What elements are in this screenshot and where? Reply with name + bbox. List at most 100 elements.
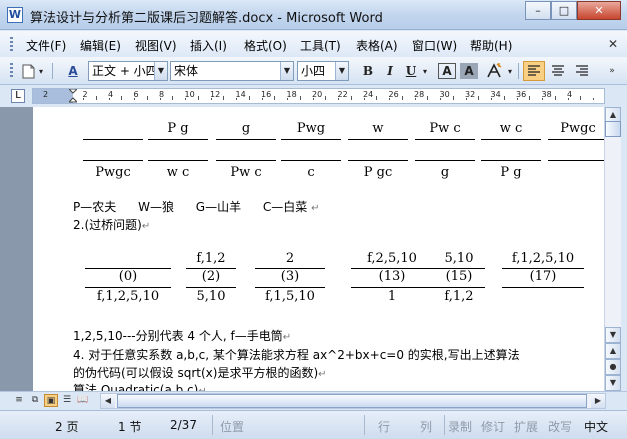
highlight-dropdown-icon[interactable]: ▾ <box>505 61 515 81</box>
status-record[interactable]: 录制 <box>448 418 472 435</box>
outline-view-icon[interactable]: ☰ <box>60 394 74 407</box>
menu-grip-icon[interactable] <box>10 37 13 51</box>
ruler-tick <box>401 96 403 100</box>
print-layout-icon[interactable]: ▣ <box>44 394 58 407</box>
legend-farmer: P—农夫 <box>73 200 117 214</box>
new-document-dropdown-icon[interactable]: ▾ <box>37 61 45 81</box>
status-revise[interactable]: 修订 <box>481 418 505 435</box>
status-line: 行 <box>378 420 391 434</box>
bridge-fraction-bar <box>255 287 325 288</box>
bridge-state-bottom: f,1,2 <box>444 289 474 304</box>
toolbar-separator <box>518 63 519 79</box>
document-area[interactable]: P g g Pwg w Pw cw c Pwgc Pwgc w c Pw ccP gc g P g … <box>0 107 604 391</box>
character-border-button[interactable]: A <box>438 63 456 79</box>
maximize-button[interactable]: □ <box>551 1 577 20</box>
question-4-text-1: 4. 对于任意实系数 a,b,c, 某个算法能求方程 ax^2+bx+c=0 的… <box>73 348 520 362</box>
indent-marker-icon[interactable] <box>67 89 79 103</box>
ruler-tick <box>580 96 582 100</box>
ruler-tick <box>223 96 225 100</box>
algorithm-text: 算法 Quadratic(a,b,c) <box>73 383 199 391</box>
ruler-tick <box>554 96 556 100</box>
tab-selector-icon[interactable]: L <box>11 89 25 103</box>
font-size-value: 小四 <box>301 64 326 78</box>
styles-formatting-icon[interactable]: A <box>64 61 82 81</box>
document-page[interactable]: P g g Pwg w Pw cw c Pwgc Pwgc w c Pw ccP gc g P g … <box>33 107 604 391</box>
bridge-state-bottom: 5,10 <box>196 289 226 304</box>
bold-button[interactable]: B <box>358 61 378 81</box>
status-overwrite[interactable]: 改写 <box>548 418 572 435</box>
chevron-down-icon[interactable]: ▼ <box>335 62 348 80</box>
fraction-bar <box>83 139 143 140</box>
ruler-number: 2 <box>43 90 49 99</box>
align-left-button[interactable] <box>523 61 545 81</box>
paragraph-mark-icon: ↵ <box>311 203 320 214</box>
menu-insert[interactable]: 插入(I) <box>190 37 227 54</box>
scroll-down-icon[interactable]: ▼ <box>605 327 621 343</box>
style-combobox[interactable]: 正文 + 小四 ▼ <box>88 61 168 81</box>
fraction-bar <box>83 160 143 161</box>
question-4-line-2: 的伪代码(可以假设 sqrt(x)是求平方根的函数)↵ <box>73 364 327 381</box>
align-right-button[interactable] <box>572 61 592 81</box>
horizontal-scroll-thumb[interactable] <box>117 394 587 408</box>
ruler-tick <box>325 96 327 100</box>
fraction-bar <box>548 160 604 161</box>
fraction-bar <box>148 160 208 161</box>
underline-button[interactable]: U <box>402 61 420 81</box>
toolbar-separator <box>52 63 53 79</box>
ruler-number: 38 <box>541 90 552 99</box>
ruler-tick <box>146 96 148 100</box>
note-line: 1,2,5,10---分别代表 4 个人, f—手电筒↵ <box>73 327 291 344</box>
bridge-fraction-bar <box>351 287 433 288</box>
menu-view[interactable]: 视图(V) <box>135 37 177 54</box>
menu-help[interactable]: 帮助(H) <box>470 37 512 54</box>
ruler-number: 12 <box>210 90 221 99</box>
word-app-icon[interactable]: W <box>7 7 23 23</box>
menu-edit[interactable]: 编辑(E) <box>80 37 121 54</box>
font-size-combobox[interactable]: 小四 ▼ <box>297 61 349 81</box>
fraction-bar <box>348 139 408 140</box>
paragraph-mark-icon: ↵ <box>282 332 292 343</box>
bridge-fraction-bar <box>85 268 171 269</box>
ruler-number: 22 <box>337 90 348 99</box>
close-button[interactable]: ✕ <box>577 1 621 20</box>
ruler-tick <box>363 98 365 100</box>
chevron-down-icon[interactable]: ▼ <box>154 62 167 80</box>
minimize-button[interactable]: – <box>525 1 551 20</box>
scroll-left-icon[interactable]: ◀ <box>101 394 115 408</box>
align-center-button[interactable] <box>548 61 568 81</box>
select-browse-object-icon[interactable]: ● <box>605 359 621 375</box>
toolbar-options-icon[interactable]: » <box>604 61 620 81</box>
underline-dropdown-icon[interactable]: ▾ <box>420 61 430 81</box>
web-layout-icon[interactable]: ⧉ <box>28 394 42 407</box>
vertical-scroll-thumb[interactable] <box>605 121 621 137</box>
scroll-right-icon[interactable]: ▶ <box>591 394 605 408</box>
horizontal-scrollbar[interactable]: ◀ ▶ <box>100 393 606 409</box>
menu-file[interactable]: 文件(F) <box>26 37 66 54</box>
next-page-icon[interactable]: ▼ <box>605 375 621 391</box>
fraction-bar <box>548 139 604 140</box>
menu-window[interactable]: 窗口(W) <box>412 37 457 54</box>
menu-table[interactable]: 表格(A) <box>356 37 398 54</box>
chevron-down-icon[interactable]: ▼ <box>280 62 293 80</box>
status-section: 1 节 <box>118 420 142 434</box>
horizontal-ruler[interactable]: 2 2 4 6 8 10 12 14 16 18 20 22 24 26 28 30 32 34 36 38 4 <box>32 88 605 104</box>
vertical-scrollbar[interactable]: ▲ ▼ ▲ ● ▼ <box>604 107 621 391</box>
new-document-icon[interactable] <box>20 61 36 81</box>
ruler-number: 14 <box>235 90 246 99</box>
font-combobox[interactable]: 宋体 ▼ <box>170 61 294 81</box>
toolbar-grip-icon[interactable] <box>10 63 13 77</box>
previous-page-icon[interactable]: ▲ <box>605 343 621 359</box>
state-top-cell: g <box>241 121 251 136</box>
bridge-state-top: f,2,5,10 <box>367 251 417 266</box>
menu-tools[interactable]: 工具(T) <box>300 37 341 54</box>
normal-view-icon[interactable]: ≡ <box>12 394 26 407</box>
italic-button[interactable]: I <box>380 61 400 81</box>
ruler-tick <box>529 96 531 100</box>
highlight-icon[interactable] <box>484 61 504 81</box>
ruler-tick <box>452 96 454 100</box>
character-shading-button[interactable]: A <box>460 63 478 79</box>
close-document-icon[interactable]: ✕ <box>608 37 618 51</box>
reading-layout-icon[interactable]: 📖 <box>76 394 90 407</box>
menu-format[interactable]: 格式(O) <box>244 37 287 54</box>
status-extend[interactable]: 扩展 <box>514 418 538 435</box>
